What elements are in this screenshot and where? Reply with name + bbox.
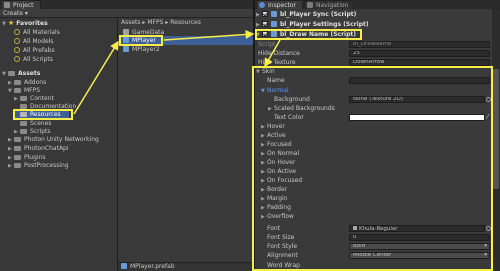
file-item[interactable]: MPlayer2	[123, 45, 160, 54]
prefab-icon	[123, 46, 129, 52]
script-field: bl_DrawName	[349, 41, 490, 48]
breadcrumb[interactable]: Assets ▸ MFPS ▸ Resources	[121, 18, 201, 27]
folder-icon	[14, 154, 21, 160]
folder-icon	[14, 162, 21, 168]
folder-icon	[8, 70, 15, 76]
assets-header[interactable]: ▼ Assets	[2, 69, 40, 78]
asset-folder[interactable]: ▶ PostProcessing	[8, 161, 69, 170]
folder-icon	[20, 120, 27, 126]
folder-icon	[14, 87, 21, 93]
tab-inspector[interactable]: Inspector	[256, 0, 303, 9]
favorite-item[interactable]: All Prefabs	[14, 46, 55, 55]
navigation-icon	[307, 2, 313, 8]
favorite-item[interactable]: All Scripts	[14, 55, 53, 64]
prefab-icon	[121, 263, 127, 269]
search-icon	[14, 47, 20, 53]
annotation-box-draw-name	[255, 29, 362, 40]
project-files-pane	[118, 18, 253, 271]
favorite-item[interactable]: All Materials	[14, 28, 60, 37]
tab-project[interactable]: Project	[1, 0, 41, 9]
hide-distance-input[interactable]: 25	[349, 50, 490, 57]
search-icon	[14, 38, 20, 44]
footer-file-label: MPlayer.prefab	[121, 262, 175, 271]
favorites-header[interactable]: ▼ ★ Favorites	[2, 19, 48, 28]
component-header[interactable]: ▶ bl_Player Sync (Script)	[256, 10, 356, 19]
script-label: Script	[258, 41, 276, 48]
star-icon: ★	[8, 19, 15, 27]
favorite-item[interactable]: All Models	[14, 37, 54, 46]
script-icon	[271, 21, 277, 27]
folder-icon	[20, 95, 27, 101]
hide-distance-label: Hide Distance	[258, 50, 300, 57]
folder-icon	[14, 136, 21, 142]
annotation-box-mplayer	[119, 35, 163, 46]
script-icon	[271, 11, 277, 17]
folder-icon	[14, 145, 21, 151]
component-header[interactable]: ▶ bl_Player Settings (Script)	[256, 20, 369, 29]
folder-icon	[20, 103, 27, 109]
asset-folder[interactable]: ▶ Photon Unity Networking	[8, 135, 99, 144]
info-icon	[259, 2, 265, 8]
hide-texture-field[interactable]: DownArrow	[349, 59, 490, 66]
scrollbar-thumb[interactable]	[493, 69, 499, 189]
search-icon	[14, 29, 20, 35]
folder-icon	[14, 79, 21, 85]
inspector-scrollbar[interactable]	[492, 9, 500, 271]
tab-navigation[interactable]: Navigation	[304, 0, 354, 9]
folder-icon	[20, 128, 27, 134]
annotation-box-resources	[13, 109, 73, 120]
project-toolbar	[0, 9, 253, 18]
enabled-checkbox[interactable]	[262, 21, 268, 27]
annotation-box-skin	[252, 66, 493, 271]
create-dropdown[interactable]: Create ▾	[3, 10, 28, 17]
project-folder-icon	[4, 2, 10, 8]
search-icon	[14, 56, 20, 62]
enabled-checkbox[interactable]	[262, 11, 268, 17]
asset-folder[interactable]: ▶ PhotonChatApi	[8, 144, 69, 153]
